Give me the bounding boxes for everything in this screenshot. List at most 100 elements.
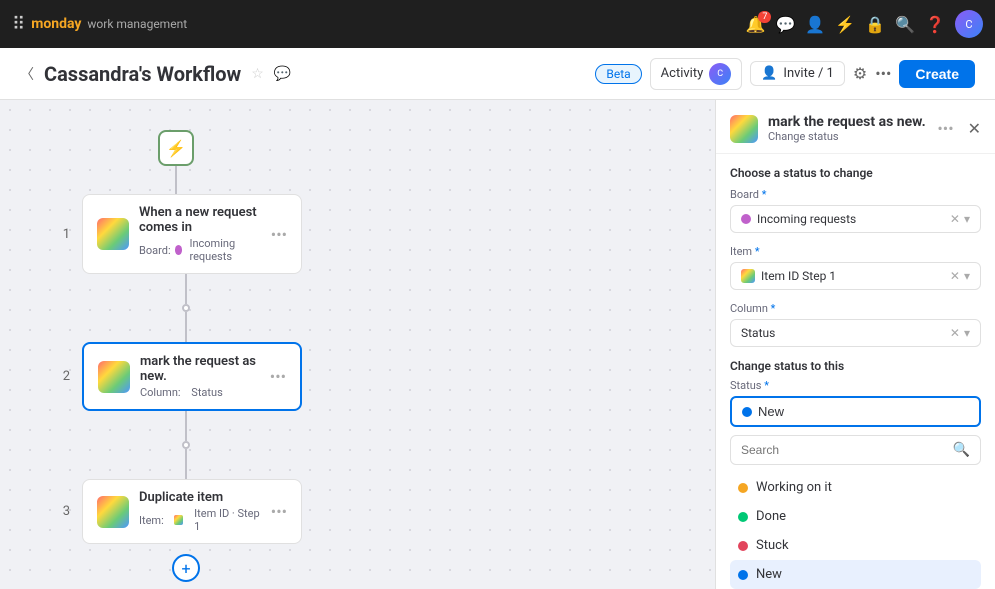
right-panel: mark the request as new. Change status •… bbox=[715, 100, 995, 589]
panel-header: mark the request as new. Change status •… bbox=[716, 100, 995, 154]
item-chevron-icon[interactable]: ▾ bbox=[964, 269, 970, 283]
step-2-content: mark the request as new. Column: Status bbox=[140, 354, 260, 399]
board-dot-icon bbox=[175, 245, 183, 255]
board-select-icons: ✕ ▾ bbox=[950, 212, 970, 226]
search-icon[interactable]: 🔍 bbox=[895, 15, 915, 34]
item-field: Item * Item ID Step 1 ✕ ▾ bbox=[730, 245, 981, 290]
panel-title-area: mark the request as new. Change status bbox=[768, 114, 927, 143]
step-3-content: Duplicate item Item: Item ID · Step 1 bbox=[139, 490, 261, 533]
app-subtitle: work management bbox=[87, 17, 187, 31]
status-dot-green bbox=[738, 512, 748, 522]
column-select[interactable]: Status ✕ ▾ bbox=[730, 319, 981, 347]
item-select-value: Item ID Step 1 bbox=[741, 269, 836, 283]
panel-close-icon[interactable]: ✕ bbox=[968, 119, 981, 138]
board-value-text: Incoming requests bbox=[757, 212, 856, 226]
column-field: Column * Status ✕ ▾ bbox=[730, 302, 981, 347]
step-1-title: When a new request comes in bbox=[139, 205, 261, 235]
step-1-content: When a new request comes in Board: Incom… bbox=[139, 205, 261, 263]
notifications-icon[interactable]: 🔔 7 bbox=[746, 15, 766, 34]
main-area: ⚡ 1 When a new request comes in Board: I… bbox=[0, 100, 995, 589]
workflow-canvas[interactable]: ⚡ 1 When a new request comes in Board: I… bbox=[0, 100, 715, 589]
column-label: Column * bbox=[730, 302, 981, 315]
connector-line-3 bbox=[185, 449, 187, 479]
step-1-card[interactable]: When a new request comes in Board: Incom… bbox=[82, 194, 302, 274]
status-option-new[interactable]: New bbox=[730, 560, 981, 589]
beta-badge: Beta bbox=[595, 64, 641, 84]
step-2-more-icon[interactable]: ••• bbox=[270, 367, 286, 386]
step-1-subtitle: Board: Incoming requests bbox=[139, 237, 261, 263]
status-section: Change status to this Status * 🔍 Wo bbox=[730, 359, 981, 589]
logo-area: ⠿ monday work management bbox=[12, 14, 187, 35]
board-select-value: Incoming requests bbox=[741, 212, 856, 226]
step-3-number: 3 bbox=[50, 504, 70, 519]
step-1-more-icon[interactable]: ••• bbox=[271, 225, 287, 244]
column-clear-icon[interactable]: ✕ bbox=[950, 326, 960, 340]
chat-icon[interactable]: 💬 bbox=[775, 15, 795, 34]
panel-more-icon[interactable]: ••• bbox=[937, 119, 953, 138]
connector-dot-line-1 bbox=[185, 274, 187, 304]
connector-dot-1 bbox=[182, 304, 190, 312]
lock-icon[interactable]: 🔒 bbox=[865, 15, 885, 34]
item-clear-icon[interactable]: ✕ bbox=[950, 269, 960, 283]
activity-button[interactable]: Activity C bbox=[650, 58, 743, 90]
status-option-done[interactable]: Done bbox=[730, 502, 981, 531]
avatar[interactable]: C bbox=[955, 10, 983, 38]
bolt-icon: ⚡ bbox=[166, 139, 186, 158]
invite-label: Invite / 1 bbox=[783, 66, 833, 81]
item-select[interactable]: Item ID Step 1 ✕ ▾ bbox=[730, 262, 981, 290]
subheader-actions: Beta Activity C 👤 Invite / 1 ⚙ ••• Creat… bbox=[595, 58, 975, 90]
star-icon[interactable]: ☆ bbox=[251, 66, 264, 82]
status-option-stuck[interactable]: Stuck bbox=[730, 531, 981, 560]
nav-icons: 🔔 7 💬 👤 ⚡ 🔒 🔍 ❓ C bbox=[746, 10, 983, 38]
step-3-title: Duplicate item bbox=[139, 490, 261, 505]
apps-icon[interactable]: ⚡ bbox=[835, 15, 855, 34]
top-navigation: ⠿ monday work management 🔔 7 💬 👤 ⚡ 🔒 🔍 ❓… bbox=[0, 0, 995, 48]
activity-avatar: C bbox=[709, 63, 731, 85]
step-3-icon bbox=[97, 496, 129, 528]
board-chevron-icon[interactable]: ▾ bbox=[964, 212, 970, 226]
add-step-button[interactable]: + bbox=[172, 554, 200, 582]
board-clear-icon[interactable]: ✕ bbox=[950, 212, 960, 226]
status-options-list: Working on it Done Stuck New bbox=[730, 473, 981, 589]
board-label: Board * bbox=[730, 188, 981, 201]
step-3-card[interactable]: Duplicate item Item: Item ID · Step 1 ••… bbox=[82, 479, 302, 544]
section-label: Choose a status to change bbox=[730, 166, 981, 180]
search-icon: 🔍 bbox=[953, 442, 970, 458]
create-button[interactable]: Create bbox=[899, 60, 975, 88]
status-search-input[interactable] bbox=[741, 443, 947, 457]
status-option-working[interactable]: Working on it bbox=[730, 473, 981, 502]
step-2-card[interactable]: mark the request as new. Column: Status … bbox=[82, 342, 302, 411]
status-dot-blue bbox=[738, 570, 748, 580]
step-2-title: mark the request as new. bbox=[140, 354, 260, 384]
board-select[interactable]: Incoming requests ✕ ▾ bbox=[730, 205, 981, 233]
board-field: Board * Incoming requests ✕ ▾ bbox=[730, 188, 981, 233]
grid-icon[interactable]: ⠿ bbox=[12, 14, 25, 35]
step-1-icon bbox=[97, 218, 129, 250]
collapse-sidebar-button[interactable]: 〈 bbox=[20, 64, 34, 84]
status-sublabel: Status * bbox=[730, 379, 981, 392]
workflow-chat-icon[interactable]: 💬 bbox=[274, 66, 291, 82]
step-3-more-icon[interactable]: ••• bbox=[271, 502, 287, 521]
status-label-working: Working on it bbox=[756, 480, 832, 495]
status-label-new: New bbox=[756, 567, 782, 582]
panel-title: mark the request as new. bbox=[768, 114, 927, 130]
search-wrap: 🔍 bbox=[730, 435, 981, 465]
panel-body: Choose a status to change Board * Incomi… bbox=[716, 154, 995, 589]
status-dot-red bbox=[738, 541, 748, 551]
column-chevron-icon[interactable]: ▾ bbox=[964, 326, 970, 340]
step-2-subtitle: Column: Status bbox=[140, 386, 260, 399]
step-1-number: 1 bbox=[50, 227, 70, 242]
help-icon[interactable]: ❓ bbox=[925, 15, 945, 34]
item-value-text: Item ID Step 1 bbox=[761, 269, 836, 283]
column-select-icons: ✕ ▾ bbox=[950, 326, 970, 340]
workflow-steps: ⚡ 1 When a new request comes in Board: I… bbox=[50, 130, 302, 582]
invite-icon[interactable]: 👤 bbox=[805, 15, 825, 34]
more-options-icon[interactable]: ••• bbox=[875, 64, 891, 83]
status-text-input[interactable] bbox=[758, 404, 969, 419]
invite-button[interactable]: 👤 Invite / 1 bbox=[750, 61, 845, 86]
panel-logo bbox=[730, 115, 758, 143]
settings-icon[interactable]: ⚙ bbox=[853, 64, 867, 83]
item-select-icons: ✕ ▾ bbox=[950, 269, 970, 283]
step-2-icon bbox=[98, 361, 130, 393]
status-input-wrap[interactable] bbox=[730, 396, 981, 427]
